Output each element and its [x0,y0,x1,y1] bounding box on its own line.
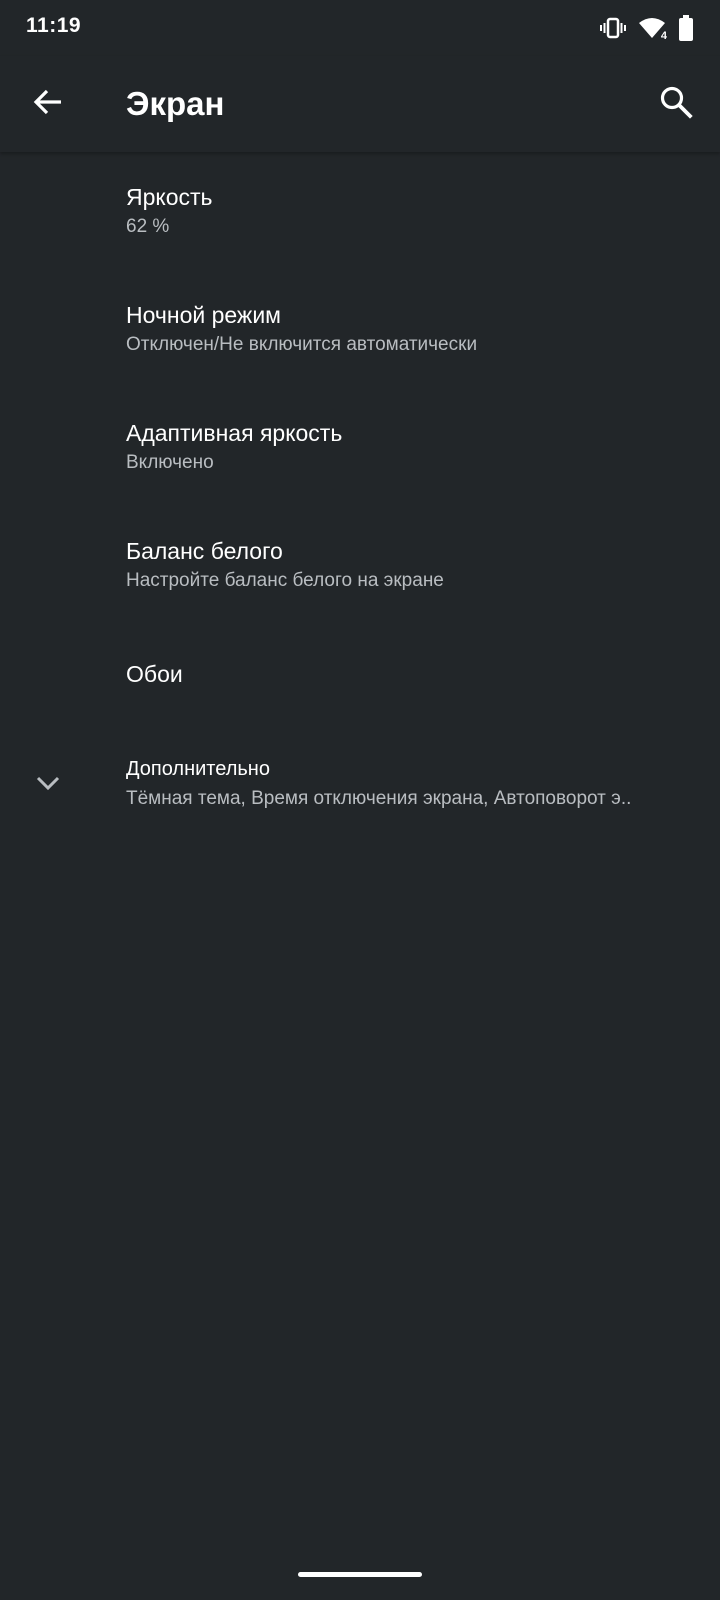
setting-summary: Включено [126,452,214,473]
setting-summary: Настройте баланс белого на экране [126,570,444,591]
gesture-nav-handle[interactable] [298,1572,422,1577]
status-icons: 4 [600,14,694,42]
setting-title: Обои [126,661,183,687]
page-title: Экран [126,85,225,122]
wifi-icon: 4 [638,16,668,42]
status-time: 11:19 [26,14,82,37]
chevron-down-icon [32,767,64,799]
wifi-signal-badge: 4 [659,30,668,42]
setting-title: Дополнительно [126,758,270,780]
setting-title: Ночной режим [126,302,281,328]
setting-summary: Тёмная тема, Время отключения экрана, Ав… [126,788,632,809]
search-icon [659,85,693,124]
setting-title: Баланс белого [126,538,283,564]
setting-adaptive-brightness[interactable]: Адаптивная яркость Включено [0,388,720,506]
setting-summary: 62 % [126,216,170,237]
setting-brightness[interactable]: Яркость 62 % [0,152,720,270]
battery-icon [678,15,694,41]
setting-summary: Отключен/Не включится автоматически [126,334,478,355]
setting-advanced[interactable]: Дополнительно Тёмная тема, Время отключе… [0,724,720,842]
setting-wallpaper[interactable]: Обои [0,624,720,724]
setting-title: Яркость [126,184,213,210]
settings-list: Яркость 62 % Ночной режим Отключен/Не вк… [0,152,720,842]
vibrate-icon [600,16,626,40]
app-bar: Экран [0,56,720,152]
setting-title: Адаптивная яркость [126,420,343,446]
setting-white-balance[interactable]: Баланс белого Настройте баланс белого на… [0,506,720,624]
back-button[interactable] [22,78,74,130]
status-bar: 11:19 4 [0,0,720,56]
search-button[interactable] [650,78,702,130]
setting-night-mode[interactable]: Ночной режим Отключен/Не включится автом… [0,270,720,388]
arrow-back-icon [32,86,64,123]
